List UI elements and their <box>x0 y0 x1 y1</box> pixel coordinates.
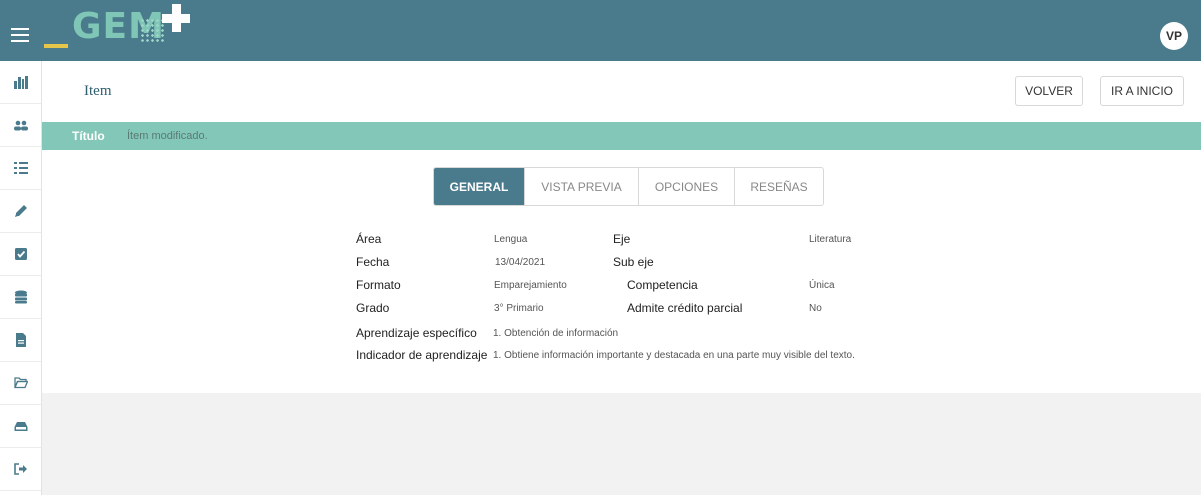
grado-label: Grado <box>356 301 390 315</box>
inbox-icon <box>14 422 27 431</box>
indicador-label: Indicador de aprendizaje <box>356 348 488 362</box>
checkbox-icon <box>14 248 27 260</box>
sidebar-item-folders[interactable] <box>0 362 41 405</box>
pencil-icon <box>14 205 27 217</box>
tab-vista-previa[interactable]: VISTA PREVIA <box>525 168 639 205</box>
band-value: Ítem modificado. <box>127 130 208 142</box>
page-title: Item <box>84 83 112 99</box>
competencia-label: Competencia <box>627 278 698 292</box>
menu-icon[interactable] <box>11 28 29 42</box>
formato-value: Emparejamiento <box>494 280 567 291</box>
title-band: Título Ítem modificado. <box>42 122 1201 150</box>
aprendizaje-label: Aprendizaje específico <box>356 326 477 340</box>
sidebar-item-checklist[interactable] <box>0 147 41 190</box>
area-label: Área <box>356 232 382 246</box>
sidebar-item-documents[interactable] <box>0 319 41 362</box>
folder-open-icon <box>13 377 28 389</box>
logo-underline <box>44 44 68 48</box>
database-icon <box>14 290 27 304</box>
eje-label: Eje <box>613 232 631 246</box>
institution-icon <box>13 76 28 89</box>
sidebar-item-institution[interactable] <box>0 61 41 104</box>
subeje-label: Sub eje <box>613 255 654 269</box>
fecha-value: 13/04/2021 <box>495 257 546 268</box>
users-icon <box>13 120 28 131</box>
home-button[interactable]: IR A INICIO <box>1100 76 1184 106</box>
sidebar-item-logout[interactable] <box>0 448 41 491</box>
app-logo[interactable]: GEM <box>44 4 194 52</box>
back-button[interactable]: VOLVER <box>1015 76 1083 106</box>
logo-plus-icon <box>162 4 190 32</box>
sidebar-item-database[interactable] <box>0 276 41 319</box>
tab-bar: GENERAL VISTA PREVIA OPCIONES RESEÑAS <box>433 167 824 206</box>
fecha-label: Fecha <box>356 255 390 269</box>
area-value: Lengua <box>494 234 528 245</box>
credito-value: No <box>809 303 822 314</box>
user-avatar[interactable]: VP <box>1160 22 1188 50</box>
main-content: Item VOLVER IR A INICIO Título Ítem modi… <box>42 61 1201 393</box>
grado-value: 3° Primario <box>494 303 544 314</box>
eje-value: Literatura <box>809 234 852 245</box>
sidebar-item-users[interactable] <box>0 104 41 147</box>
sidebar <box>0 61 42 495</box>
aprendizaje-value: 1. Obtención de información <box>493 328 619 339</box>
sidebar-item-tasks[interactable] <box>0 233 41 276</box>
sidebar-item-inbox[interactable] <box>0 405 41 448</box>
tab-opciones[interactable]: OPCIONES <box>639 168 735 205</box>
sign-out-icon <box>13 463 27 475</box>
competencia-value: Única <box>809 280 835 291</box>
sidebar-item-edit[interactable] <box>0 190 41 233</box>
top-bar: GEM VP <box>0 0 1201 61</box>
file-icon <box>15 333 26 347</box>
formato-label: Formato <box>356 278 401 292</box>
band-label: Título <box>72 129 105 143</box>
indicador-value: 1. Obtiene información importante y dest… <box>493 350 855 361</box>
tab-general[interactable]: GENERAL <box>434 168 525 205</box>
checklist-icon <box>13 162 28 174</box>
tab-resenas[interactable]: RESEÑAS <box>735 168 823 205</box>
credito-label: Admite crédito parcial <box>627 301 743 315</box>
